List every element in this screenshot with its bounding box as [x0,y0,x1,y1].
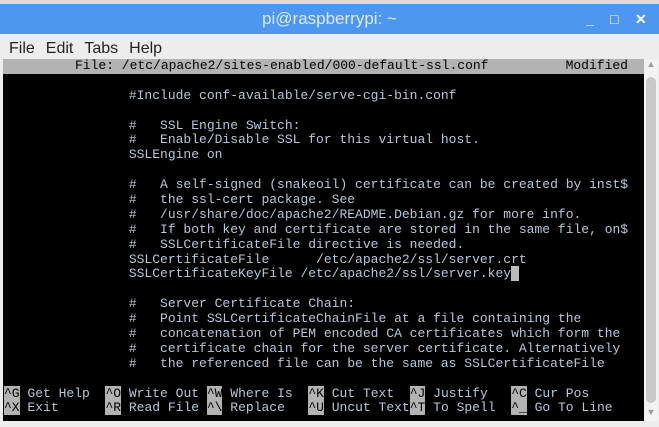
editor-line: SSLEngine on [4,147,223,163]
shortcut-label: Get Help [19,385,106,401]
shortcut-label: Replace [222,400,309,416]
file-label: File: /etc/apache2/sites-enabled/000-def… [75,58,489,73]
shortcut-label: Exit [19,400,106,416]
shortcut-key: ^W [206,385,223,401]
scrollbar-thumb[interactable] [646,77,656,403]
shortcut-key: ^K [308,385,324,401]
shortcut-label: Cut Text [323,385,410,401]
close-icon[interactable]: ✕ [635,4,647,34]
terminal-area[interactable]: File: /etc/apache2/sites-enabled/000-def… [3,58,644,421]
shortcut-item[interactable]: ^K Cut Text [308,385,410,401]
window-title: pi@raspberrypi: ~ [262,9,397,28]
shortcut-item[interactable]: ^_ Go To Line [511,400,613,416]
menu-help[interactable]: Help [129,40,162,58]
shortcut-key: ^U [308,400,324,416]
editor-line: # concatenation of PEM encoded CA certif… [4,326,621,342]
text-cursor [511,266,519,282]
shortcut-label: Where Is [222,385,309,401]
shortcut-item[interactable]: ^W Where Is [206,385,309,401]
editor-content[interactable]: #Include conf-available/serve-cgi-bin.co… [3,74,644,387]
shortcut-label: Cur Pos [526,385,590,401]
title-bar: pi@raspberrypi: ~ _ □ ✕ [0,4,659,34]
shortcut-key: ^O [105,385,122,401]
shortcut-label: Justify [425,385,512,401]
shortcut-key: ^C [511,385,527,401]
editor-line: # SSL Engine Switch: [4,117,301,133]
shortcut-item[interactable]: ^J Justify [409,385,512,401]
editor-line: # A self-signed (snakeoil) certificate c… [4,177,629,193]
shortcut-key: ^_ [511,400,527,416]
shortcut-item[interactable]: ^\ Replace [206,400,309,416]
scrollbar[interactable]: ▲ ▼ [644,59,658,421]
shortcut-item[interactable]: ^X Exit [4,400,106,416]
shortcut-row: ^G Get Help ^O Write Out ^W Where Is ^K … [3,385,644,402]
editor-line: # Point SSLCertificateChainFile at a fil… [4,311,582,327]
editor-line: # the ssl-cert package. See [4,192,356,208]
maximize-icon[interactable]: □ [610,4,618,34]
shortcut-item[interactable]: ^R Read File [105,400,207,416]
shortcut-key: ^T [409,400,426,416]
shortcut-label: Write Out [121,385,207,401]
shortcut-item[interactable]: ^U Uncut Text [308,400,410,416]
editor-line: SSLCertificateFile /etc/apache2/ssl/serv… [4,251,527,267]
nano-header: File: /etc/apache2/sites-enabled/000-def… [3,58,644,74]
shortcut-item[interactable]: ^T To Spell [409,400,512,416]
shortcut-key: ^\ [206,400,223,416]
shortcut-key: ^G [4,385,20,401]
modified-status: Modified [565,58,628,73]
shortcut-item[interactable]: ^O Write Out [105,385,207,401]
editor-line: # certificate chain for the server certi… [4,340,621,356]
shortcut-key: ^R [105,400,122,416]
shortcut-label: To Spell [425,400,512,416]
scroll-up-icon[interactable]: ▲ [644,59,658,73]
menu-tabs[interactable]: Tabs [84,40,118,58]
editor-line: #Include conf-available/serve-cgi-bin.co… [4,87,457,103]
editor-line: SSLCertificateKeyFile /etc/apache2/ssl/s… [3,266,644,282]
minimize-icon[interactable]: _ [586,4,594,34]
menu-file[interactable]: File [9,40,35,58]
editor-line: # /usr/share/doc/apache2/README.Debian.g… [4,206,582,222]
shortcut-label: Go To Line [526,400,613,416]
shortcut-item[interactable]: ^C Cur Pos [511,385,590,401]
shortcut-key: ^J [409,385,426,401]
editor-line: # Enable/Disable SSL for this virtual ho… [4,132,480,148]
shortcut-label: Read File [121,400,207,416]
editor-line: # the referenced file can be the same as… [4,355,605,371]
shortcut-key: ^X [4,400,20,416]
scroll-down-icon[interactable]: ▼ [644,407,658,421]
shortcut-item[interactable]: ^G Get Help [4,385,106,401]
shortcut-row: ^X Exit ^R Read File ^\ Replace ^U Uncut… [3,400,644,416]
editor-line: # If both key and certificate are stored… [4,221,629,237]
menu-edit[interactable]: Edit [46,40,74,58]
editor-line: # SSLCertificateFile directive is needed… [4,236,465,252]
editor-line: # Server Certificate Chain: [4,296,356,312]
shortcut-label: Uncut Text [323,400,410,416]
